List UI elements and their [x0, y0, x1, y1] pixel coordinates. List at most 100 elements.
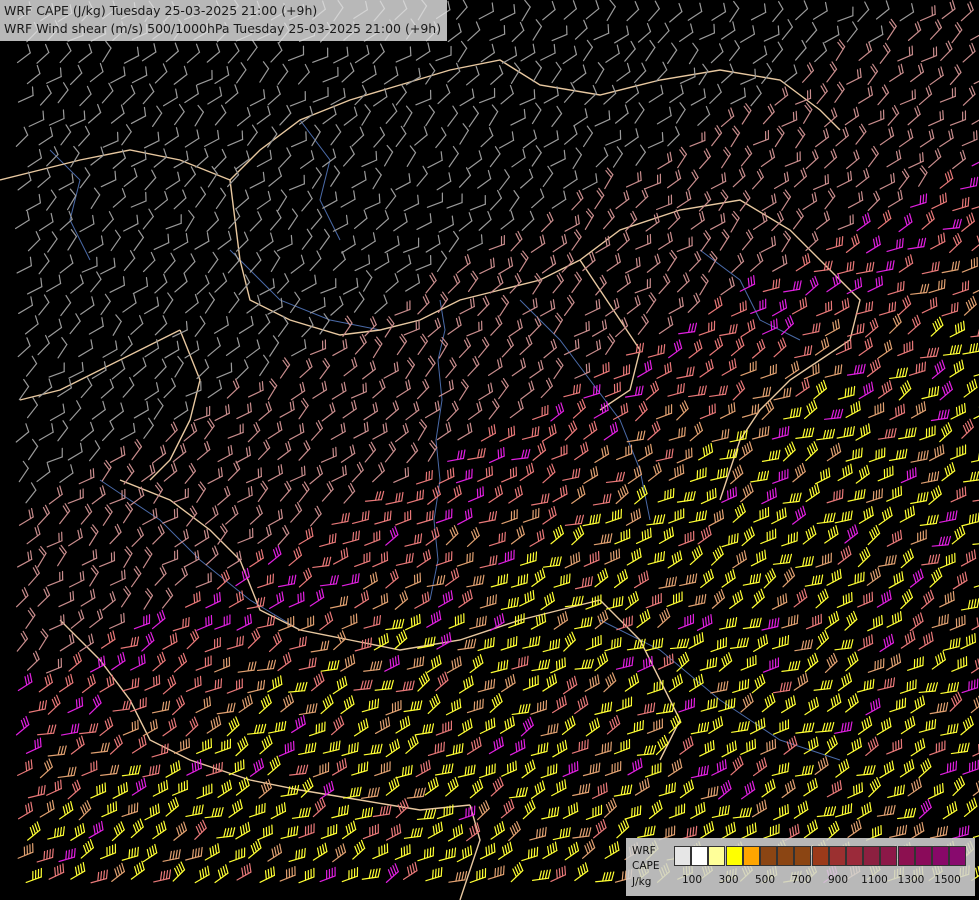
wind-barb	[511, 148, 526, 168]
wind-barb	[499, 425, 516, 442]
legend-label-wrf: WRF	[632, 845, 656, 857]
wind-barb	[340, 654, 356, 672]
wind-barb	[395, 798, 409, 819]
wind-barb	[688, 510, 707, 524]
wind-barb	[542, 463, 556, 484]
wind-barb	[111, 651, 126, 671]
wind-barb	[394, 590, 409, 610]
wind-barb	[730, 755, 744, 776]
wind-barb	[70, 735, 85, 755]
wind-barb	[595, 871, 615, 883]
wind-barb	[362, 270, 373, 292]
wind-barb	[675, 102, 686, 124]
wind-barb	[879, 633, 895, 653]
wind-barb	[522, 129, 537, 149]
wind-barb	[174, 103, 185, 126]
wind-barb	[885, 653, 902, 671]
wind-barb	[952, 775, 966, 797]
wind-barb	[721, 532, 739, 548]
wind-barb	[656, 194, 673, 211]
wind-barb	[771, 41, 784, 63]
wind-barb	[658, 576, 677, 589]
wind-barb	[488, 531, 506, 547]
wind-barb	[279, 104, 292, 126]
wind-barb	[184, 84, 199, 104]
wind-barb	[606, 253, 621, 272]
wind-barb	[795, 378, 810, 397]
wind-barb	[583, 125, 593, 148]
wind-barb	[57, 420, 69, 442]
wind-barb	[563, 170, 578, 189]
wind-barb	[804, 574, 824, 587]
wind-barb	[910, 63, 925, 83]
wind-barb	[152, 779, 169, 797]
wind-barb	[763, 25, 780, 42]
map-title: WRF CAPE (J/kg) Tuesday 25-03-2025 21:00…	[0, 0, 448, 41]
wind-barb	[110, 104, 125, 124]
wind-barb	[730, 125, 741, 148]
wind-barb	[657, 487, 675, 503]
wind-barb	[795, 722, 815, 734]
wind-barb	[962, 512, 979, 527]
wind-barb	[571, 525, 585, 546]
wind-barb	[312, 762, 330, 778]
wind-barb	[803, 819, 818, 839]
wind-barb	[530, 234, 546, 253]
wind-barb	[402, 237, 420, 253]
wind-barb	[971, 617, 979, 631]
wind-barb	[949, 320, 966, 338]
wind-barb	[445, 743, 464, 757]
wind-barb	[676, 272, 690, 293]
wind-barb	[372, 592, 389, 610]
wind-barb	[298, 567, 312, 588]
wind-barb	[362, 360, 376, 380]
wind-barb	[834, 721, 853, 734]
wind-barb	[564, 125, 578, 145]
wind-barb	[750, 549, 767, 567]
wind-barb	[868, 25, 884, 43]
wind-barb	[26, 650, 40, 671]
wind-barb	[312, 556, 332, 569]
wind-barb	[351, 761, 369, 776]
wind-barb	[676, 447, 693, 464]
wind-barb	[805, 21, 818, 43]
wind-barb	[360, 787, 380, 799]
wind-barb	[205, 591, 221, 609]
wind-barb	[25, 355, 38, 377]
wind-barb	[269, 335, 280, 357]
wind-barb	[844, 610, 858, 631]
wind-barb	[824, 525, 839, 544]
wind-barb	[90, 869, 108, 884]
wind-barb	[679, 573, 698, 587]
wind-barb	[341, 820, 357, 840]
wind-barb	[604, 548, 621, 565]
wind-barb	[435, 671, 449, 692]
wind-barb	[951, 22, 963, 44]
wind-barb	[207, 379, 223, 399]
wind-barb	[100, 378, 114, 399]
wind-barb	[268, 720, 287, 734]
wind-barb	[319, 866, 336, 883]
wind-barb	[216, 362, 233, 379]
wind-barb	[214, 104, 227, 126]
wind-barb	[130, 106, 147, 125]
wind-barb	[280, 825, 299, 840]
wind-barb	[918, 165, 928, 187]
wind-barb	[939, 510, 958, 523]
wind-barb	[696, 614, 713, 631]
wind-barb	[173, 150, 189, 169]
wind-barb	[395, 173, 411, 191]
wind-barb	[773, 337, 787, 358]
wind-barb	[613, 784, 633, 797]
wind-barb	[16, 44, 31, 64]
wind-barb	[467, 355, 480, 377]
wind-barb	[151, 743, 169, 758]
wind-barb	[353, 718, 369, 737]
wind-barb	[637, 702, 656, 716]
wind-barb	[185, 804, 204, 818]
wind-barb	[112, 781, 128, 799]
wind-barb	[267, 843, 282, 862]
wind-barb	[351, 170, 367, 189]
wind-barb	[931, 535, 951, 547]
wind-barb	[532, 19, 543, 41]
